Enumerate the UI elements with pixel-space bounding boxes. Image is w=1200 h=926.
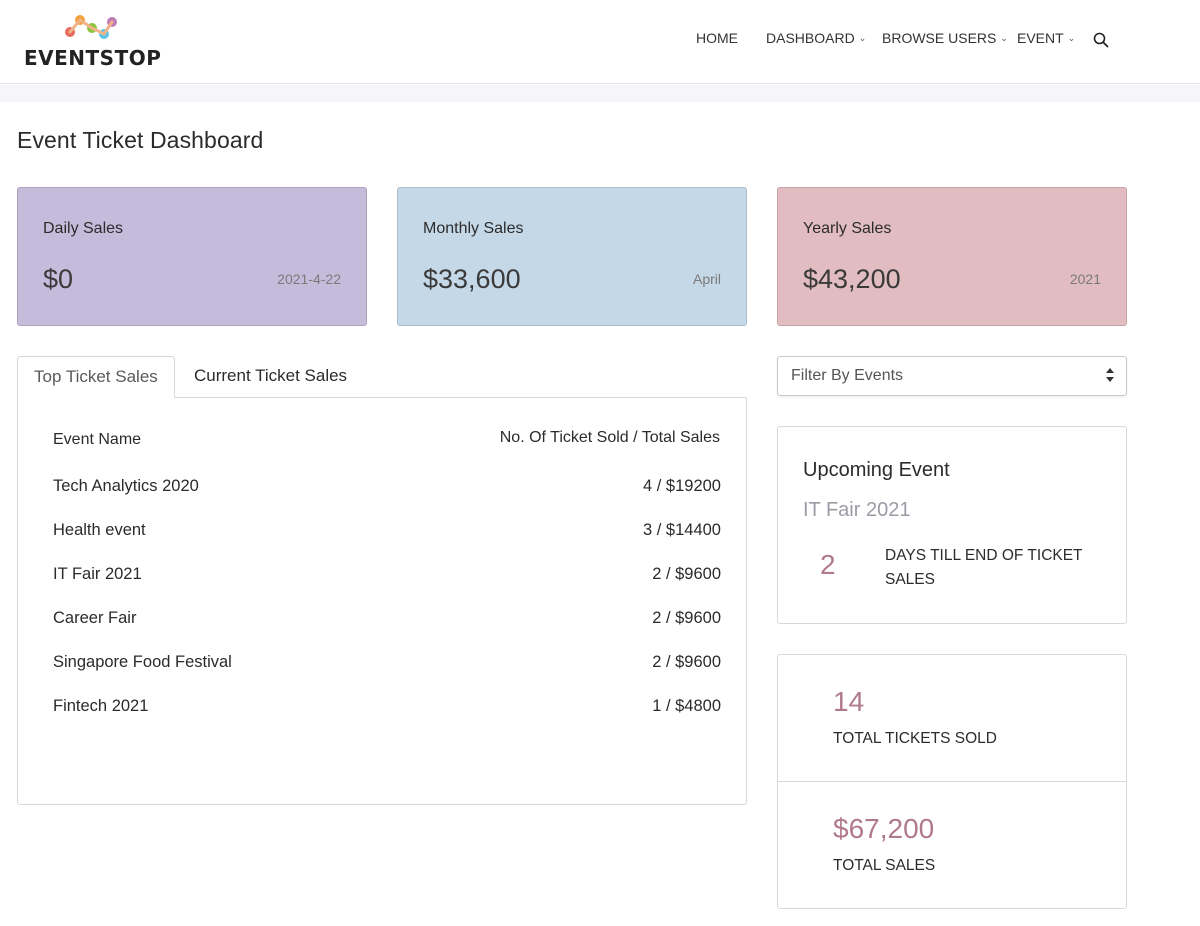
monthly-sales-card: Monthly Sales $33,600 April: [397, 187, 747, 326]
top-header: EVENTSTOP HOME DASHBOARD ⌄ BROWSE USERS ⌄ …: [0, 0, 1200, 84]
nav-home[interactable]: HOME: [696, 30, 738, 46]
days-remaining-label: DAYS TILL END OF TICKET SALES: [885, 547, 1083, 588]
table-row: Singapore Food Festival 2 / $9600: [53, 653, 721, 677]
tab-current-ticket-sales[interactable]: Current Ticket Sales: [178, 356, 363, 398]
tickets-sales-cell: 2 / $9600: [652, 565, 721, 583]
total-sales-value: $67,200: [833, 813, 935, 844]
daily-sales-title: Daily Sales: [43, 220, 124, 237]
monthly-sales-title: Monthly Sales: [423, 220, 524, 237]
tab-top-ticket-sales[interactable]: Top Ticket Sales: [17, 356, 175, 399]
days-remaining-value: 2: [820, 549, 836, 580]
upcoming-event-panel: Upcoming Event IT Fair 2021 2 DAYS TILL …: [777, 426, 1127, 624]
filter-selected-value: Filter By Events: [791, 367, 904, 384]
yearly-sales-year: 2021: [1069, 271, 1101, 287]
search-icon[interactable]: [1093, 32, 1111, 50]
event-name-cell: Health event: [53, 521, 146, 539]
event-name-cell: Tech Analytics 2020: [53, 477, 199, 495]
nav-dashboard-label: DASHBOARD: [766, 30, 855, 46]
event-name-cell: IT Fair 2021: [53, 565, 142, 583]
totals-panel: 14 TOTAL TICKETS SOLD $67,200 TOTAL SALE…: [777, 654, 1127, 909]
logo-text: EVENTSTOP: [24, 46, 162, 70]
daily-sales-value: $0: [43, 264, 74, 294]
daily-sales-card: Daily Sales $0 2021-4-22: [17, 187, 367, 326]
total-tickets-block: 14 TOTAL TICKETS SOLD: [778, 655, 1126, 782]
monthly-sales-month: April: [692, 271, 721, 287]
upcoming-event-name: IT Fair 2021: [803, 499, 911, 521]
tickets-sales-cell: 1 / $4800: [652, 697, 721, 715]
total-tickets-value: 14: [833, 686, 865, 717]
chevron-down-icon: ⌄: [858, 33, 867, 43]
column-header-tickets-sold: No. Of Ticket Sold / Total Sales: [499, 429, 720, 446]
event-name-cell: Fintech 2021: [53, 697, 149, 715]
event-name-cell: Career Fair: [53, 609, 137, 627]
header-divider-band: [0, 85, 1200, 102]
tickets-sales-cell: 4 / $19200: [643, 477, 721, 495]
tickets-sales-cell: 3 / $14400: [643, 521, 721, 539]
yearly-sales-title: Yearly Sales: [803, 220, 892, 237]
table-row: IT Fair 2021 2 / $9600: [53, 565, 721, 589]
nav-browse-users-label: BROWSE USERS: [882, 30, 997, 46]
total-tickets-label: TOTAL TICKETS SOLD: [833, 730, 997, 747]
upcoming-event-title: Upcoming Event: [803, 459, 950, 481]
yearly-sales-card: Yearly Sales $43,200 2021: [777, 187, 1127, 326]
chevron-down-icon: ⌄: [1000, 33, 1008, 43]
column-header-event-name: Event Name: [53, 431, 142, 448]
chevron-down-icon: ⌄: [1067, 33, 1076, 43]
nav-dashboard[interactable]: DASHBOARD ⌄: [766, 30, 866, 46]
ticket-sales-tabs: Top Ticket Sales Current Ticket Sales: [17, 356, 747, 399]
logo-mark-icon: [65, 15, 117, 39]
nav-event-label: EVENT: [1017, 30, 1064, 46]
daily-sales-date: 2021-4-22: [277, 271, 341, 287]
page-title: Event Ticket Dashboard: [17, 127, 264, 153]
tickets-sales-cell: 2 / $9600: [652, 609, 721, 627]
nav-event[interactable]: EVENT ⌄: [1017, 30, 1075, 46]
total-sales-label: TOTAL SALES: [833, 857, 936, 874]
top-ticket-sales-table: Event Name No. Of Ticket Sold / Total Sa…: [17, 398, 747, 805]
nav-home-label: HOME: [696, 30, 738, 46]
table-row: Tech Analytics 2020 4 / $19200: [53, 477, 721, 501]
table-row: Health event 3 / $14400: [53, 521, 721, 545]
tickets-sales-cell: 2 / $9600: [652, 653, 721, 671]
total-sales-block: $67,200 TOTAL SALES: [778, 782, 1126, 909]
event-name-cell: Singapore Food Festival: [53, 653, 232, 671]
select-arrows-icon: [1106, 368, 1114, 382]
eventstop-logo[interactable]: EVENTSTOP: [24, 12, 164, 72]
table-row: Fintech 2021 1 / $4800: [53, 697, 721, 721]
filter-by-events-select[interactable]: Filter By Events: [777, 356, 1127, 396]
yearly-sales-value: $43,200: [803, 264, 901, 294]
monthly-sales-value: $33,600: [423, 264, 521, 294]
nav-browse-users[interactable]: BROWSE USERS ⌄: [882, 30, 1008, 46]
table-row: Career Fair 2 / $9600: [53, 609, 721, 633]
